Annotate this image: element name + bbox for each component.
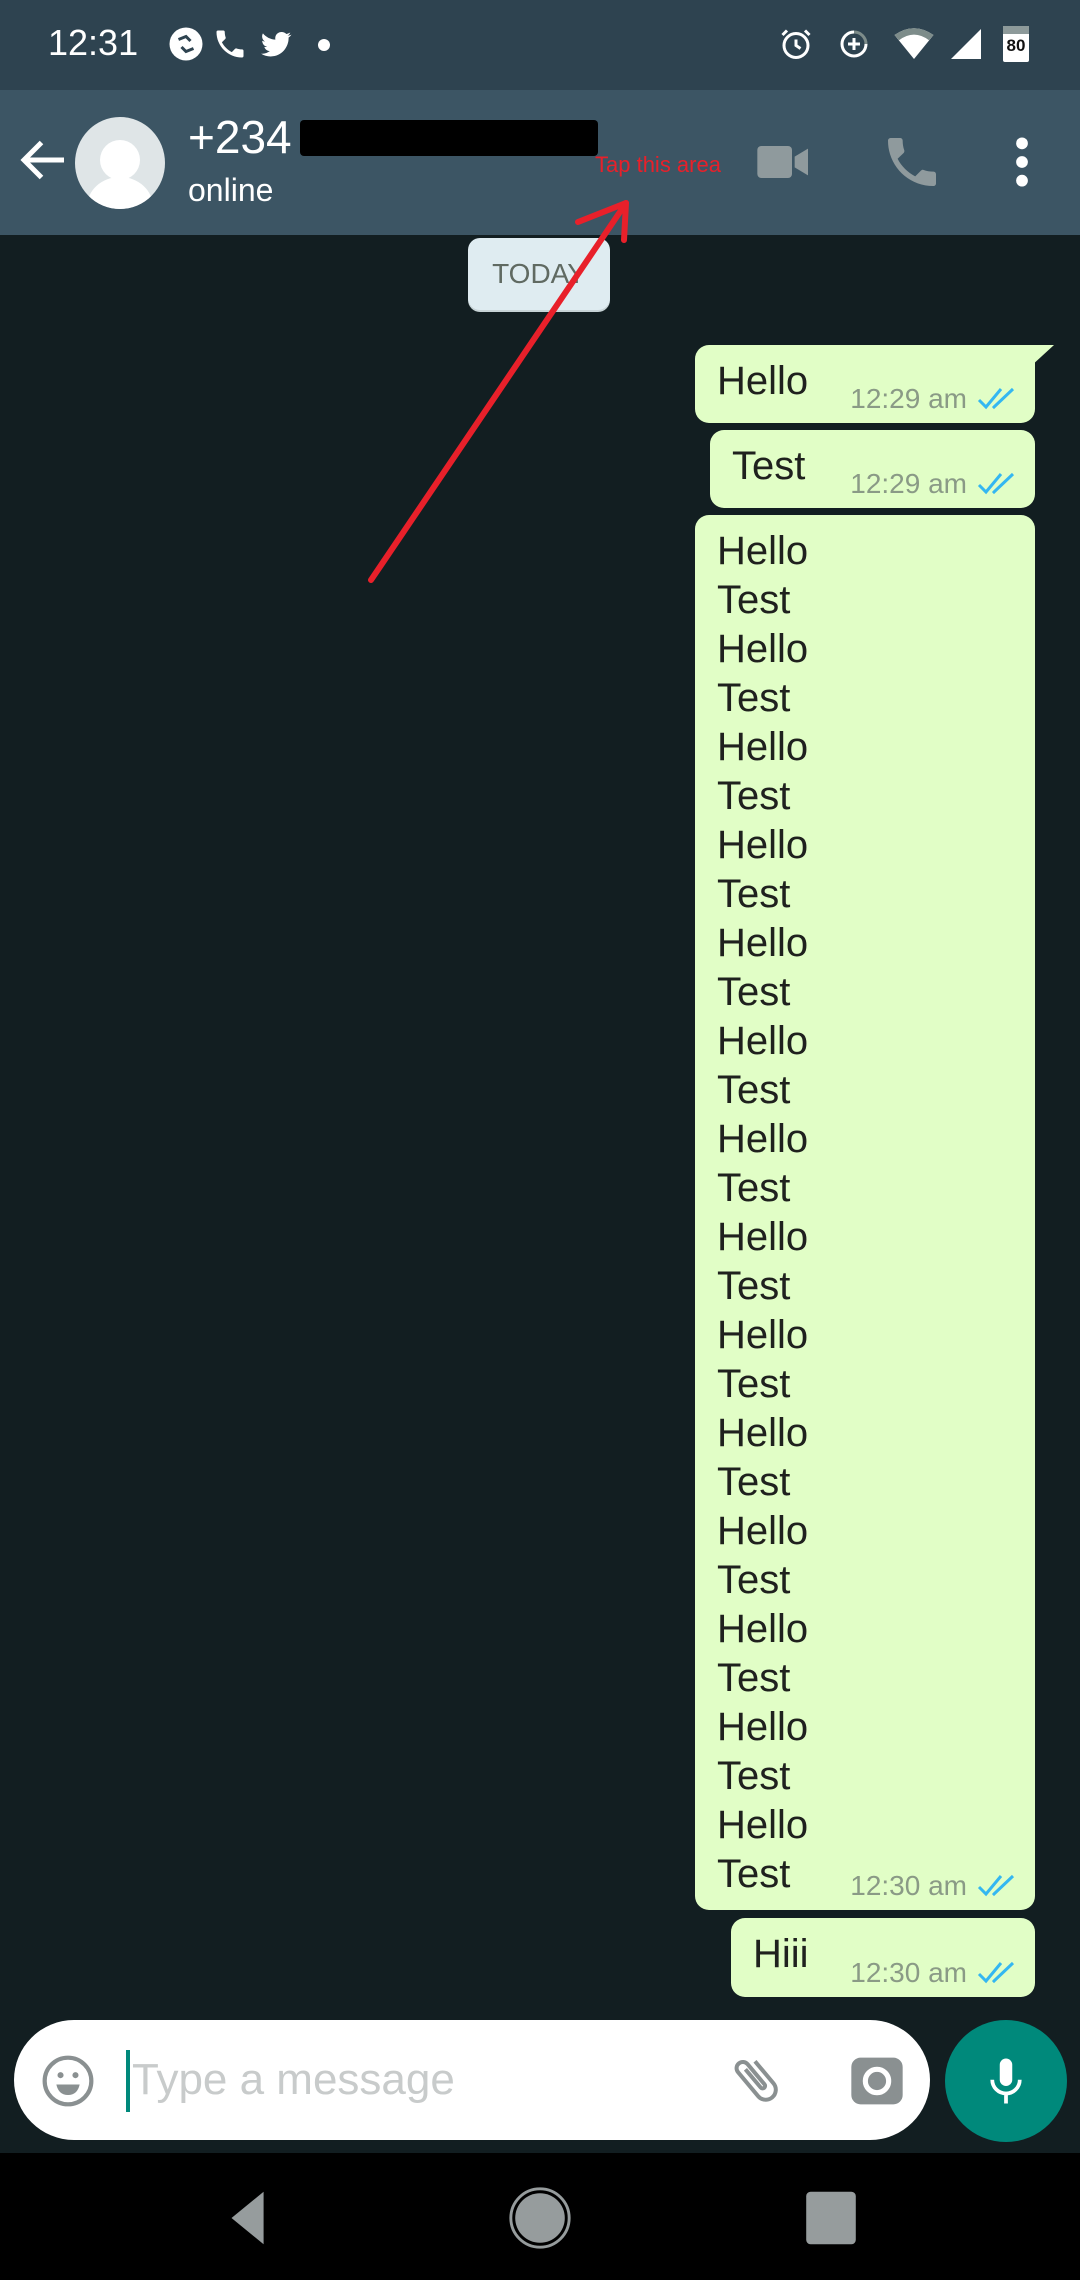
message-line: Hello [717,529,809,573]
nav-recents-icon[interactable] [796,2183,866,2253]
read-receipt-icon [977,387,1015,410]
read-receipt-icon [977,1961,1015,1984]
attach-icon[interactable] [726,2050,786,2110]
message-line: Test [717,1558,791,1602]
video-call-icon[interactable] [752,130,816,194]
message-line: Test [717,1068,791,1112]
mic-icon [990,2058,1022,2104]
message-line: Hello [717,823,809,867]
date-divider: TODAY [468,238,610,310]
message-line: Hello [717,1019,809,1063]
voice-call-icon[interactable] [880,130,944,194]
system-nav-bar [0,2153,1080,2280]
message-line: Hello [717,921,809,965]
nav-back-icon[interactable] [214,2183,284,2253]
message-meta: 12:30 am [850,1870,1017,1902]
message-line: Test [717,872,791,916]
message-line: Test [717,1166,791,1210]
twitter-icon [261,31,292,57]
chat-header[interactable]: +234 online [0,90,1080,235]
message-line: Hello [717,1803,809,1847]
arrow-left-icon[interactable] [14,130,74,190]
message-input[interactable] [132,2040,692,2120]
status-bar: 12:31 80 [0,0,1080,90]
message-line: Test [717,1656,791,1700]
message-line: Test [717,676,791,720]
cell-signal-icon [951,29,981,59]
nav-home-icon[interactable] [505,2183,575,2253]
message-line: Hello [717,1509,809,1553]
phone-call-icon [216,30,244,58]
message-line: Test [717,1264,791,1308]
message-line: Hello [717,1607,809,1651]
redaction-mark [300,120,598,156]
message-line: Test [717,774,791,818]
status-time: 12:31 [48,22,139,63]
message-bubble[interactable]: Hello Test Hello Test Hello Test Hello Test Hell… [695,515,1035,1910]
contact-status: online [188,172,274,208]
message-bubble[interactable]: Hello 12:29 am [695,345,1035,423]
message-line: Test [717,1460,791,1504]
message-line: Hello [717,1313,809,1357]
avatar-body [87,177,153,209]
data-saver-icon [840,30,868,58]
mic-button[interactable] [945,2020,1067,2142]
emoji-icon[interactable] [40,2053,96,2109]
message-line: Hello [717,627,809,671]
message-line: Test [717,1754,791,1798]
message-line: Test [717,1362,791,1406]
message-time: 12:30 am [850,1957,967,1988]
app-notification-icon [169,27,203,61]
message-line: Hello [717,1215,809,1259]
text-caret [126,2050,130,2112]
battery-icon: 80 [1003,26,1029,62]
more-vert-icon[interactable] [990,130,1054,194]
message-time: 12:29 am [850,383,967,414]
message-text: Hello [717,359,809,403]
battery-level: 80 [1006,36,1026,55]
avatar-head [100,140,140,180]
message-line: Hello [717,1411,809,1455]
camera-icon[interactable] [849,2053,905,2109]
message-line: Test [717,578,791,622]
read-receipt-icon [977,472,1015,495]
message-line: Hello [717,1117,809,1161]
message-bubble[interactable]: Test 12:29 am [710,430,1035,508]
message-meta: 12:29 am [850,468,1017,500]
annotation-label: Tap this area [595,152,721,177]
message-line: Hello [717,725,809,769]
message-meta: 12:29 am [850,383,1017,415]
message-text: Hiii [753,1932,809,1976]
message-line: Test [717,970,791,1014]
message-time: 12:30 am [850,1870,967,1901]
read-receipt-icon [977,1874,1015,1897]
message-text: Test [732,444,806,488]
alarm-icon [781,29,811,59]
message-bubble[interactable]: Hiii 12:30 am [731,1918,1035,1997]
message-line: Hello [717,1705,809,1749]
message-time: 12:29 am [850,468,967,499]
contact-name[interactable]: +234 [188,110,292,164]
more-notifications-dot [318,39,330,51]
avatar[interactable] [75,117,165,209]
message-line: Test [717,1852,791,1896]
message-composer [14,2020,930,2140]
message-meta: 12:30 am [850,1957,1017,1989]
wifi-icon [894,28,934,59]
